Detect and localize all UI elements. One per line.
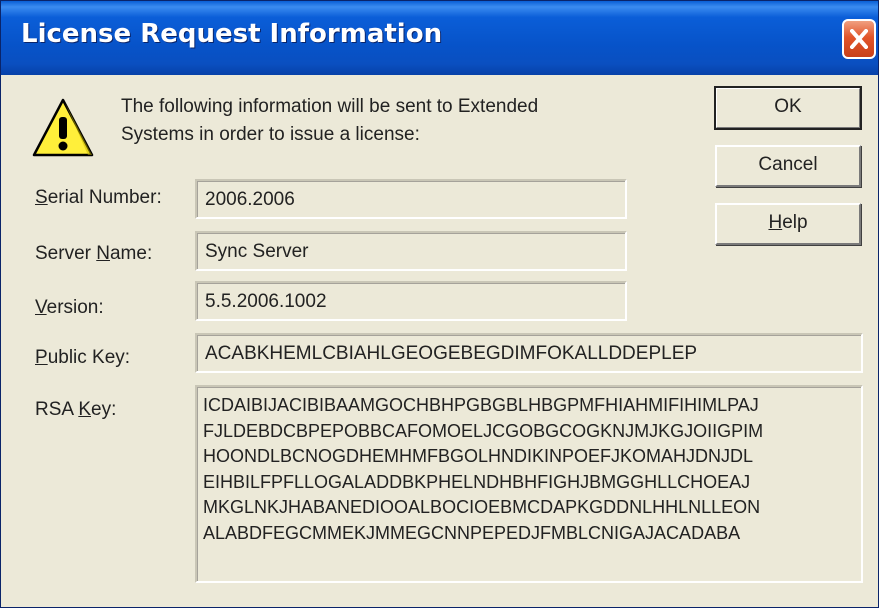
public-key-label: Public Key: (35, 347, 131, 368)
public-key-field[interactable]: ACABKHEMLCBIAHLGEOGEBEGDIMFOKALLDDEPLEP (195, 333, 863, 373)
help-button[interactable]: Help (715, 203, 861, 245)
rsa-key-line: MKGLNKJHABANEDIOOALBOCIOEBMCDAPKGDDNLHHL… (203, 497, 761, 517)
close-button[interactable] (842, 19, 876, 59)
rsa-key-field[interactable]: ICDAIBIJACIBIBAAMGOCHBHPGBGBLHBGPMFHIAHM… (195, 385, 863, 583)
warning-icon (32, 98, 94, 157)
info-message: The following information will be sent t… (121, 93, 641, 149)
cancel-button[interactable]: Cancel (715, 145, 861, 187)
license-request-dialog: License Request Information The followin… (0, 0, 879, 608)
serial-number-field[interactable]: 2006.2006 (195, 179, 627, 219)
server-name-label: Server Name: (35, 243, 153, 264)
title-bar[interactable]: License Request Information (1, 1, 878, 75)
rsa-key-label: RSA Key: (35, 399, 117, 420)
info-message-line-1: The following information will be sent t… (121, 96, 539, 117)
rsa-key-line: ICDAIBIJACIBIBAAMGOCHBHPGBGBLHBGPMFHIAHM… (203, 395, 759, 415)
window-title: License Request Information (21, 19, 443, 49)
serial-number-label: Serial Number: (35, 187, 162, 208)
close-icon (850, 29, 868, 49)
rsa-key-line: ALABDFEGCMMEKJMMEGCNNPEPEDJFMBLCNIGAJACA… (203, 522, 741, 543)
rsa-key-line: HOONDLBCNOGDHEMHMFBGOLHNDIKINPOEFJKOMAHJ… (203, 446, 754, 466)
rsa-key-line: EIHBILFPFLLOGALADDBKPHELNDHBHFIGHJBMGGHL… (203, 471, 751, 492)
version-field[interactable]: 5.5.2006.1002 (195, 281, 627, 321)
version-label: Version: (35, 297, 104, 318)
info-message-line-2: Systems in order to issue a license: (121, 124, 420, 145)
rsa-key-line: FJLDEBDCBPEPOBBCAFOMOELJCGOBGCOGKNJMJKGJ… (203, 420, 764, 441)
ok-button[interactable]: OK (714, 86, 862, 130)
server-name-field[interactable]: Sync Server (195, 231, 627, 271)
